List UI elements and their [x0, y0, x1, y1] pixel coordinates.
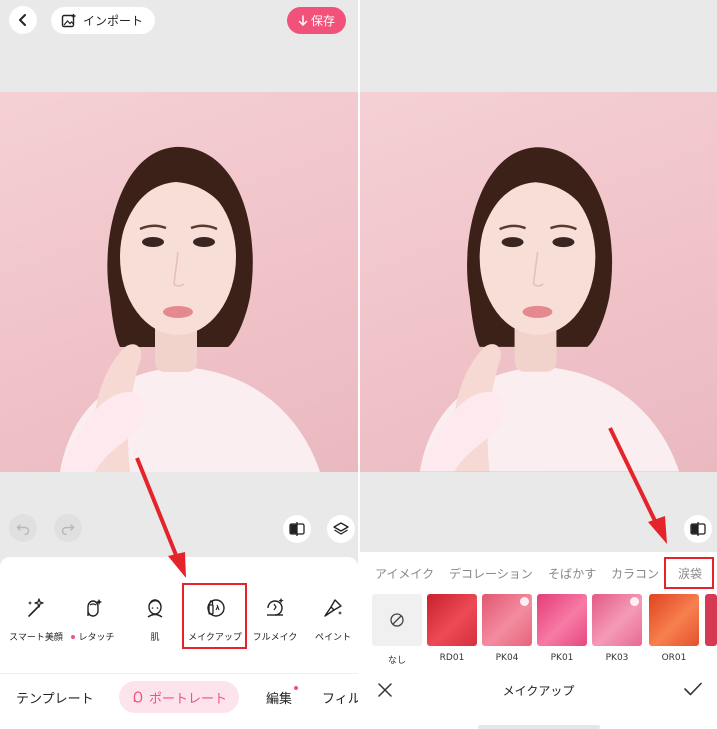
tab-label: ポートレート — [149, 691, 228, 707]
compare-button[interactable] — [684, 515, 712, 543]
face-retouch-icon — [87, 599, 102, 617]
left-editor-screen: インポート 保存 スマート美顔 レタッチ 肌 メイクアップ フルメイク ペイント… — [0, 0, 358, 729]
check-icon[interactable] — [684, 682, 702, 696]
eye-bags-highlight-box — [664, 557, 714, 589]
layers-button[interactable] — [327, 515, 355, 543]
premium-badge-icon — [630, 597, 639, 606]
swatch-pk01[interactable] — [537, 594, 587, 646]
tool-label: レタッチ — [78, 633, 115, 643]
tool-label: 肌 — [150, 633, 160, 643]
swatch-label: OR01 — [661, 653, 687, 663]
category-decoration[interactable]: デコレーション — [449, 565, 533, 582]
tool-skin[interactable]: 肌 — [122, 592, 188, 650]
right-makeup-screen: アイメイク デコレーション そばかす カラコン 涙袋 なし RD01 PK04 … — [360, 0, 717, 729]
save-button[interactable]: 保存 — [287, 7, 346, 34]
redo-icon — [61, 524, 75, 535]
tab-edit[interactable]: 編集 — [266, 681, 299, 713]
swatch-partial[interactable] — [705, 594, 717, 646]
action-bar: メイクアップ — [360, 672, 717, 708]
swatch-label: なし — [387, 656, 406, 666]
chevron-left-icon — [19, 14, 26, 26]
full-makeup-icon — [267, 598, 284, 616]
image-add-icon — [61, 13, 76, 27]
none-icon — [390, 613, 404, 627]
panel-title: メイクアップ — [502, 684, 575, 698]
tool-label: スマート美顔 — [9, 633, 63, 643]
portrait-illustration — [60, 146, 320, 472]
undo-icon — [16, 524, 30, 535]
tab-portrait[interactable]: ポートレート — [119, 681, 240, 713]
category-eye-makeup[interactable]: アイメイク — [375, 565, 434, 582]
import-label: インポート — [83, 14, 144, 28]
tab-template[interactable]: テンプレート — [16, 681, 94, 713]
swatch-label: PK01 — [550, 653, 574, 663]
tool-full-makeup[interactable]: フルメイク — [242, 592, 308, 650]
tool-label: フルメイク — [252, 633, 298, 643]
tab-label: フィル — [322, 691, 358, 707]
tool-bar: スマート美顔 レタッチ 肌 メイクアップ フルメイク ペイント — [0, 592, 358, 650]
swatch-row: なし RD01 PK04 PK01 PK03 OR01 — [360, 594, 717, 666]
notification-dot — [294, 686, 299, 690]
portrait-illustration — [419, 147, 680, 472]
compare-icon — [289, 522, 305, 536]
sheet-divider — [0, 673, 358, 674]
save-label: 保存 — [310, 14, 335, 28]
premium-badge-icon — [520, 597, 529, 606]
swatch-or01[interactable] — [649, 594, 699, 646]
tab-label: テンプレート — [16, 691, 94, 707]
category-color-contacts[interactable]: カラコン — [611, 565, 659, 582]
home-indicator — [478, 725, 600, 729]
back-button[interactable] — [9, 6, 37, 34]
download-arrow-icon — [298, 14, 308, 26]
swatch-pk04[interactable] — [482, 594, 532, 646]
tools-sheet: スマート美顔 レタッチ 肌 メイクアップ フルメイク ペイント テンプレート ポ… — [0, 557, 358, 729]
tool-paint[interactable]: ペイント — [300, 592, 358, 650]
layers-icon — [333, 522, 349, 535]
swatch-label: PK04 — [495, 653, 519, 663]
tab-label: 編集 — [266, 691, 293, 707]
compare-button[interactable] — [283, 515, 311, 543]
tool-retouch[interactable]: レタッチ — [60, 592, 126, 650]
compare-icon — [690, 522, 706, 536]
makeup-highlight-box — [182, 583, 247, 649]
swatch-none[interactable] — [372, 594, 422, 646]
face-skin-icon — [147, 599, 163, 618]
undo-button[interactable] — [9, 514, 37, 542]
tab-filter[interactable]: フィル — [322, 681, 358, 713]
tool-label: ペイント — [314, 633, 351, 643]
swatch-label: PK03 — [605, 653, 629, 663]
face-tab-icon — [133, 691, 143, 703]
swatch-pk03[interactable] — [592, 594, 642, 646]
bottom-tab-bar: テンプレート ポートレート 編集 フィル — [0, 681, 358, 713]
import-button[interactable]: インポート — [51, 7, 156, 34]
portrait-photo — [360, 92, 717, 472]
new-dot — [71, 634, 76, 639]
brush-icon — [324, 599, 342, 617]
swatch-rd01[interactable] — [427, 594, 477, 646]
redo-button[interactable] — [54, 514, 82, 542]
magic-wand-icon — [28, 598, 44, 617]
swatch-label: RD01 — [439, 653, 465, 663]
portrait-photo — [0, 92, 358, 472]
category-freckles[interactable]: そばかす — [548, 565, 596, 582]
